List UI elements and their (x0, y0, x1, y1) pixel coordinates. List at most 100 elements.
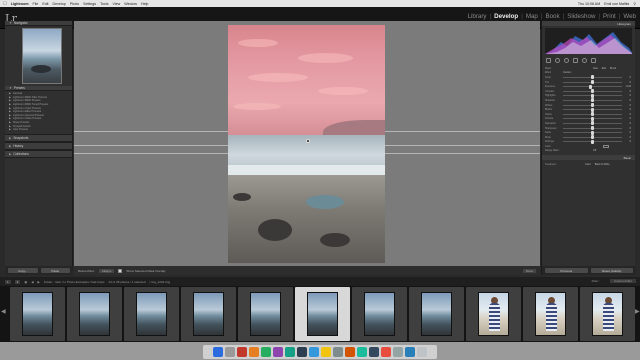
forward-arrow-icon[interactable]: ▶ (38, 280, 40, 284)
slider-value[interactable]: 0 (630, 113, 631, 116)
filmstrip-thumbnail[interactable] (580, 287, 635, 341)
module-slideshow[interactable]: Slideshow (567, 13, 595, 20)
slider-value[interactable]: 0 (630, 136, 631, 139)
dock-app-icon[interactable] (417, 347, 427, 357)
dock-app-icon[interactable] (345, 347, 355, 357)
treatment-bw[interactable]: Black & White (595, 163, 610, 166)
dock-app-icon[interactable] (297, 347, 307, 357)
mask-mode-new[interactable]: New (593, 67, 598, 70)
color-swatch[interactable] (603, 144, 609, 148)
filmstrip-thumbnail[interactable] (466, 287, 521, 341)
module-develop[interactable]: Develop (494, 13, 518, 20)
slider-value[interactable]: 0 (630, 140, 631, 143)
menu-photo[interactable]: Photo (70, 2, 79, 6)
menu-app[interactable]: Lightroom (11, 2, 29, 6)
navigator-preview[interactable] (22, 28, 62, 84)
slider-value[interactable]: -0.23 (626, 85, 631, 88)
slider-value[interactable]: 0 (630, 76, 631, 79)
dock-app-icon[interactable] (249, 347, 259, 357)
history-header[interactable]: ▶ History (5, 141, 72, 150)
dock-app-icon[interactable] (309, 347, 319, 357)
slider-track[interactable] (563, 139, 622, 144)
slider-track[interactable] (563, 80, 622, 85)
paste-button[interactable]: Paste (40, 268, 70, 273)
module-library[interactable]: Library (468, 13, 487, 20)
navigator-header[interactable]: ▼ Navigator (5, 21, 72, 26)
slider-value[interactable]: 0 (630, 122, 631, 125)
menu-develop[interactable]: Develop (53, 2, 66, 6)
dock-app-icon[interactable] (237, 347, 247, 357)
filmstrip-thumbnail[interactable] (352, 287, 407, 341)
histogram-header[interactable]: Histogram (542, 21, 635, 26)
filmstrip-thumbnail[interactable] (67, 287, 122, 341)
slider-track[interactable] (563, 103, 622, 108)
filmstrip-left-arrow-icon[interactable]: ◀ (1, 308, 6, 315)
gradient-pin[interactable] (306, 139, 310, 143)
done-button[interactable]: Done (522, 268, 536, 273)
snapshots-header[interactable]: ▶ Snapshots (5, 133, 72, 142)
module-print[interactable]: Print (603, 13, 616, 20)
slider-value[interactable]: 0 (630, 90, 631, 93)
dock-app-icon[interactable] (225, 347, 235, 357)
copy-button[interactable]: Copy... (8, 268, 38, 273)
spot-removal-icon[interactable] (555, 57, 560, 63)
effect-dropdown[interactable]: Custom (563, 71, 571, 74)
menu-view[interactable]: View (113, 2, 121, 6)
module-map[interactable]: Map (526, 13, 538, 20)
slider-value[interactable]: 0 (630, 131, 631, 134)
filmstrip-thumbnail[interactable] (238, 287, 293, 341)
menu-help[interactable]: Help (141, 2, 148, 6)
slider-track[interactable] (563, 112, 622, 117)
slider-track[interactable] (563, 130, 622, 135)
slider-value[interactable]: 0 (630, 104, 631, 107)
dock-app-icon[interactable] (321, 347, 331, 357)
dock-app-icon[interactable] (333, 347, 343, 357)
show-mask-checkbox[interactable] (118, 268, 123, 273)
source-path[interactable]: Folder : misc / Lr Photo Examples / bad … (44, 280, 105, 284)
dock-app-icon[interactable] (273, 347, 283, 357)
before-after-dropdown[interactable]: Always (98, 268, 115, 273)
dock-app-icon[interactable] (285, 347, 295, 357)
radial-filter-icon[interactable] (582, 57, 587, 63)
main-photo[interactable] (228, 25, 385, 263)
back-arrow-icon[interactable]: ◀ (31, 280, 33, 284)
dock-app-icon[interactable] (213, 347, 223, 357)
slider-value[interactable]: 0 (630, 94, 631, 97)
module-web[interactable]: Web (623, 13, 636, 20)
slider-value[interactable]: 0 (630, 108, 631, 111)
treatment-color[interactable]: Color (585, 163, 591, 166)
slider-track[interactable] (563, 126, 622, 131)
red-eye-icon[interactable] (564, 57, 569, 63)
slider-track[interactable] (563, 89, 622, 94)
filmstrip[interactable]: ◀ ▶ (0, 286, 640, 342)
filter-dropdown[interactable]: Custom Filter (610, 279, 636, 283)
secondary-monitor-button[interactable]: 2 (14, 279, 21, 284)
slider-track[interactable] (563, 98, 622, 103)
mask-mode-brush[interactable]: Brush (610, 67, 616, 70)
slider-track[interactable] (563, 121, 622, 126)
menu-edit[interactable]: Edit (42, 2, 48, 6)
dock-app-icon[interactable] (369, 347, 379, 357)
range-mask-dropdown[interactable]: Off (593, 149, 596, 152)
primary-monitor-button[interactable]: 1 (5, 279, 11, 284)
adjustment-brush-icon[interactable] (591, 57, 596, 63)
menu-tools[interactable]: Tools (100, 2, 108, 6)
dock-app-icon[interactable] (381, 347, 391, 357)
search-icon[interactable]: ⚲ (633, 2, 636, 6)
clock[interactable]: Thu 10:08 AM (578, 2, 600, 6)
apple-icon[interactable]:  (3, 1, 7, 7)
filmstrip-thumbnail[interactable] (523, 287, 578, 341)
graduated-filter-icon[interactable] (573, 57, 578, 63)
preset-folder[interactable]: ▶ User Presets (9, 128, 72, 132)
slider-track[interactable] (563, 93, 622, 98)
filmstrip-thumbnail[interactable] (10, 287, 65, 341)
dock-app-icon[interactable] (393, 347, 403, 357)
basic-header[interactable]: Basic (542, 155, 635, 161)
slider-value[interactable]: 0 (630, 81, 631, 84)
slider-value[interactable]: 0 (630, 99, 631, 102)
slider-track[interactable] (563, 84, 622, 89)
filmstrip-thumbnail-selected[interactable] (295, 287, 350, 341)
histogram[interactable] (545, 28, 632, 54)
module-book[interactable]: Book (545, 13, 559, 20)
slider-track[interactable] (563, 107, 622, 112)
